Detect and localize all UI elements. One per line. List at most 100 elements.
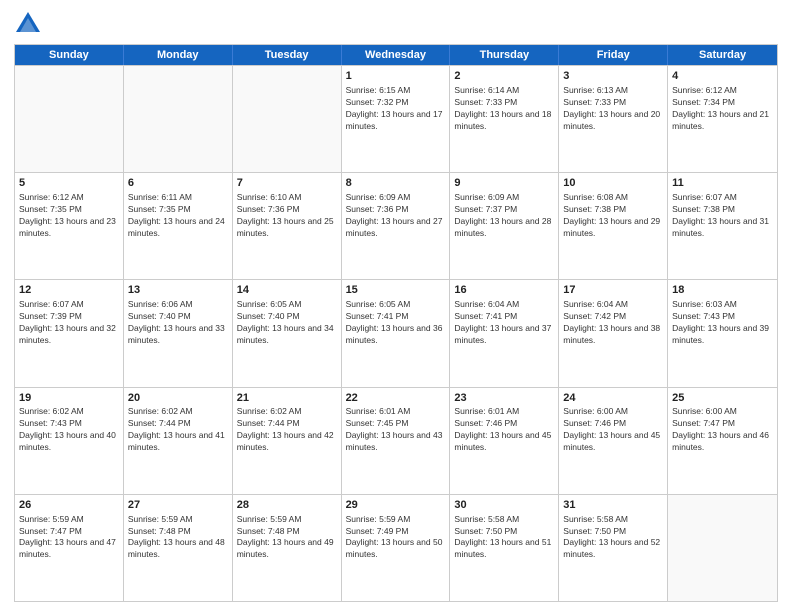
calendar-row-3: 12Sunrise: 6:07 AM Sunset: 7:39 PM Dayli… (15, 279, 777, 386)
day-cell-31: 31Sunrise: 5:58 AM Sunset: 7:50 PM Dayli… (559, 495, 668, 601)
day-number: 7 (237, 176, 337, 191)
day-cell-27: 27Sunrise: 5:59 AM Sunset: 7:48 PM Dayli… (124, 495, 233, 601)
cell-info: Sunrise: 6:04 AM Sunset: 7:42 PM Dayligh… (563, 299, 663, 347)
cell-info: Sunrise: 6:15 AM Sunset: 7:32 PM Dayligh… (346, 85, 446, 133)
day-cell-15: 15Sunrise: 6:05 AM Sunset: 7:41 PM Dayli… (342, 280, 451, 386)
calendar-row-2: 5Sunrise: 6:12 AM Sunset: 7:35 PM Daylig… (15, 172, 777, 279)
calendar-row-1: 1Sunrise: 6:15 AM Sunset: 7:32 PM Daylig… (15, 65, 777, 172)
day-number: 22 (346, 391, 446, 406)
day-number: 28 (237, 498, 337, 513)
cell-info: Sunrise: 6:12 AM Sunset: 7:34 PM Dayligh… (672, 85, 773, 133)
day-cell-16: 16Sunrise: 6:04 AM Sunset: 7:41 PM Dayli… (450, 280, 559, 386)
day-number: 4 (672, 69, 773, 84)
day-cell-22: 22Sunrise: 6:01 AM Sunset: 7:45 PM Dayli… (342, 388, 451, 494)
day-number: 30 (454, 498, 554, 513)
day-number: 6 (128, 176, 228, 191)
day-cell-25: 25Sunrise: 6:00 AM Sunset: 7:47 PM Dayli… (668, 388, 777, 494)
day-cell-23: 23Sunrise: 6:01 AM Sunset: 7:46 PM Dayli… (450, 388, 559, 494)
day-cell-26: 26Sunrise: 5:59 AM Sunset: 7:47 PM Dayli… (15, 495, 124, 601)
day-cell-11: 11Sunrise: 6:07 AM Sunset: 7:38 PM Dayli… (668, 173, 777, 279)
day-number: 24 (563, 391, 663, 406)
day-cell-13: 13Sunrise: 6:06 AM Sunset: 7:40 PM Dayli… (124, 280, 233, 386)
day-number: 19 (19, 391, 119, 406)
day-number: 20 (128, 391, 228, 406)
day-number: 13 (128, 283, 228, 298)
day-cell-21: 21Sunrise: 6:02 AM Sunset: 7:44 PM Dayli… (233, 388, 342, 494)
cell-info: Sunrise: 6:02 AM Sunset: 7:44 PM Dayligh… (128, 406, 228, 454)
day-number: 29 (346, 498, 446, 513)
day-cell-30: 30Sunrise: 5:58 AM Sunset: 7:50 PM Dayli… (450, 495, 559, 601)
day-number: 26 (19, 498, 119, 513)
cell-info: Sunrise: 6:05 AM Sunset: 7:40 PM Dayligh… (237, 299, 337, 347)
empty-cell (233, 66, 342, 172)
day-of-week-monday: Monday (124, 45, 233, 65)
day-number: 11 (672, 176, 773, 191)
cell-info: Sunrise: 6:05 AM Sunset: 7:41 PM Dayligh… (346, 299, 446, 347)
day-cell-19: 19Sunrise: 6:02 AM Sunset: 7:43 PM Dayli… (15, 388, 124, 494)
calendar-row-4: 19Sunrise: 6:02 AM Sunset: 7:43 PM Dayli… (15, 387, 777, 494)
day-cell-12: 12Sunrise: 6:07 AM Sunset: 7:39 PM Dayli… (15, 280, 124, 386)
day-number: 5 (19, 176, 119, 191)
cell-info: Sunrise: 5:58 AM Sunset: 7:50 PM Dayligh… (563, 514, 663, 562)
day-cell-8: 8Sunrise: 6:09 AM Sunset: 7:36 PM Daylig… (342, 173, 451, 279)
day-of-week-tuesday: Tuesday (233, 45, 342, 65)
day-number: 17 (563, 283, 663, 298)
day-cell-20: 20Sunrise: 6:02 AM Sunset: 7:44 PM Dayli… (124, 388, 233, 494)
cell-info: Sunrise: 5:59 AM Sunset: 7:48 PM Dayligh… (237, 514, 337, 562)
cell-info: Sunrise: 6:09 AM Sunset: 7:36 PM Dayligh… (346, 192, 446, 240)
calendar-row-5: 26Sunrise: 5:59 AM Sunset: 7:47 PM Dayli… (15, 494, 777, 601)
cell-info: Sunrise: 6:10 AM Sunset: 7:36 PM Dayligh… (237, 192, 337, 240)
day-number: 1 (346, 69, 446, 84)
day-number: 9 (454, 176, 554, 191)
cell-info: Sunrise: 6:13 AM Sunset: 7:33 PM Dayligh… (563, 85, 663, 133)
day-of-week-friday: Friday (559, 45, 668, 65)
day-cell-14: 14Sunrise: 6:05 AM Sunset: 7:40 PM Dayli… (233, 280, 342, 386)
calendar-page: SundayMondayTuesdayWednesdayThursdayFrid… (0, 0, 792, 612)
empty-cell (668, 495, 777, 601)
day-of-week-wednesday: Wednesday (342, 45, 451, 65)
day-cell-6: 6Sunrise: 6:11 AM Sunset: 7:35 PM Daylig… (124, 173, 233, 279)
day-cell-28: 28Sunrise: 5:59 AM Sunset: 7:48 PM Dayli… (233, 495, 342, 601)
header (14, 10, 778, 38)
cell-info: Sunrise: 6:02 AM Sunset: 7:44 PM Dayligh… (237, 406, 337, 454)
day-cell-1: 1Sunrise: 6:15 AM Sunset: 7:32 PM Daylig… (342, 66, 451, 172)
day-cell-4: 4Sunrise: 6:12 AM Sunset: 7:34 PM Daylig… (668, 66, 777, 172)
day-number: 16 (454, 283, 554, 298)
day-cell-5: 5Sunrise: 6:12 AM Sunset: 7:35 PM Daylig… (15, 173, 124, 279)
cell-info: Sunrise: 6:14 AM Sunset: 7:33 PM Dayligh… (454, 85, 554, 133)
cell-info: Sunrise: 6:00 AM Sunset: 7:47 PM Dayligh… (672, 406, 773, 454)
day-of-week-thursday: Thursday (450, 45, 559, 65)
day-number: 21 (237, 391, 337, 406)
day-cell-3: 3Sunrise: 6:13 AM Sunset: 7:33 PM Daylig… (559, 66, 668, 172)
day-number: 23 (454, 391, 554, 406)
cell-info: Sunrise: 5:58 AM Sunset: 7:50 PM Dayligh… (454, 514, 554, 562)
day-number: 25 (672, 391, 773, 406)
cell-info: Sunrise: 5:59 AM Sunset: 7:49 PM Dayligh… (346, 514, 446, 562)
cell-info: Sunrise: 6:03 AM Sunset: 7:43 PM Dayligh… (672, 299, 773, 347)
cell-info: Sunrise: 6:04 AM Sunset: 7:41 PM Dayligh… (454, 299, 554, 347)
day-number: 10 (563, 176, 663, 191)
logo (14, 10, 46, 38)
day-cell-24: 24Sunrise: 6:00 AM Sunset: 7:46 PM Dayli… (559, 388, 668, 494)
day-cell-18: 18Sunrise: 6:03 AM Sunset: 7:43 PM Dayli… (668, 280, 777, 386)
cell-info: Sunrise: 6:01 AM Sunset: 7:45 PM Dayligh… (346, 406, 446, 454)
cell-info: Sunrise: 6:02 AM Sunset: 7:43 PM Dayligh… (19, 406, 119, 454)
cell-info: Sunrise: 5:59 AM Sunset: 7:48 PM Dayligh… (128, 514, 228, 562)
day-cell-29: 29Sunrise: 5:59 AM Sunset: 7:49 PM Dayli… (342, 495, 451, 601)
cell-info: Sunrise: 6:01 AM Sunset: 7:46 PM Dayligh… (454, 406, 554, 454)
day-number: 15 (346, 283, 446, 298)
day-of-week-saturday: Saturday (668, 45, 777, 65)
day-cell-10: 10Sunrise: 6:08 AM Sunset: 7:38 PM Dayli… (559, 173, 668, 279)
cell-info: Sunrise: 6:08 AM Sunset: 7:38 PM Dayligh… (563, 192, 663, 240)
day-number: 18 (672, 283, 773, 298)
day-number: 12 (19, 283, 119, 298)
cell-info: Sunrise: 6:00 AM Sunset: 7:46 PM Dayligh… (563, 406, 663, 454)
cell-info: Sunrise: 6:07 AM Sunset: 7:39 PM Dayligh… (19, 299, 119, 347)
day-cell-9: 9Sunrise: 6:09 AM Sunset: 7:37 PM Daylig… (450, 173, 559, 279)
day-cell-7: 7Sunrise: 6:10 AM Sunset: 7:36 PM Daylig… (233, 173, 342, 279)
day-number: 3 (563, 69, 663, 84)
logo-icon (14, 10, 42, 38)
cell-info: Sunrise: 6:11 AM Sunset: 7:35 PM Dayligh… (128, 192, 228, 240)
day-number: 14 (237, 283, 337, 298)
empty-cell (124, 66, 233, 172)
